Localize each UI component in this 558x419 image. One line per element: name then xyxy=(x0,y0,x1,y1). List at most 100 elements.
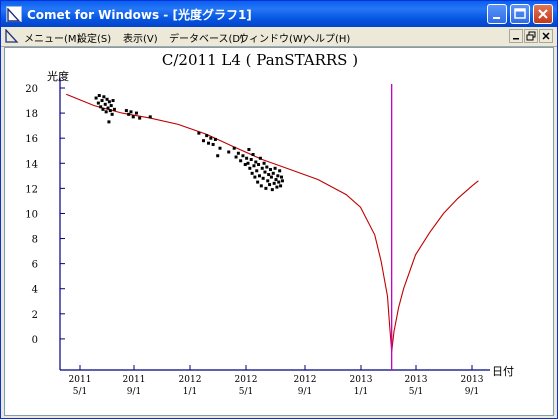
observation-point xyxy=(261,176,265,180)
observation-point xyxy=(100,99,104,103)
observation-point xyxy=(213,137,217,141)
x-tick-label-date: 9/1 xyxy=(127,387,141,397)
window-title: Comet for Windows - [光度グラフ1] xyxy=(27,8,252,22)
menu-item-menu[interactable]: メニュー(M) xyxy=(24,30,80,45)
observation-point xyxy=(124,109,128,113)
title-bar[interactable]: Comet for Windows - [光度グラフ1] xyxy=(1,1,557,27)
observation-point xyxy=(273,166,277,170)
close-button[interactable] xyxy=(533,4,553,24)
observation-point xyxy=(216,154,220,158)
menu-item-settings[interactable]: 設定(S) xyxy=(77,30,111,45)
document-icon[interactable] xyxy=(5,29,19,43)
observation-point xyxy=(97,94,101,98)
observation-point xyxy=(251,152,255,156)
y-axis-label: 光度 xyxy=(47,69,69,83)
observation-point xyxy=(129,110,133,114)
menu-item-help[interactable]: ヘルプ(H) xyxy=(305,30,350,45)
x-tick-label-year: 2013 xyxy=(350,375,373,385)
observation-point xyxy=(138,116,142,120)
brightness-chart: C/2011 L4 ( PanSTARRS ) 光度 日付 0 2 4 6 8 10 12 1… xyxy=(25,51,514,397)
observation-point xyxy=(207,141,211,145)
observation-point xyxy=(232,146,236,150)
y-tick-label: 16 xyxy=(25,134,38,145)
menu-bar: メニュー(M) 設定(S) 表示(V) データベース(D) ウィンドウ(W) ヘ… xyxy=(1,27,557,47)
close-icon xyxy=(538,9,548,19)
y-tick-label: 4 xyxy=(32,285,38,296)
x-tick-label-date: 1/1 xyxy=(354,387,368,397)
observation-point xyxy=(267,173,271,177)
observation-point xyxy=(247,147,251,151)
observation-point xyxy=(256,180,260,184)
minimize-button[interactable] xyxy=(487,4,507,24)
observation-point xyxy=(269,175,273,179)
observation-point xyxy=(109,104,113,108)
minimize-icon xyxy=(493,17,500,19)
observation-point xyxy=(254,160,258,164)
x-tick-label-year: 2013 xyxy=(405,375,428,385)
observation-point xyxy=(274,178,278,182)
x-axis-label: 日付 xyxy=(492,365,514,378)
app-window: Comet for Windows - [光度グラフ1] メニュー(M) 設定(… xyxy=(0,0,558,419)
x-tick-label-year: 2012 xyxy=(294,375,317,385)
graph-area: C/2011 L4 ( PanSTARRS ) 光度 日付 0 2 4 6 8 10 12 1… xyxy=(4,47,554,416)
mdi-close-button[interactable] xyxy=(539,29,553,43)
x-tick-label-date: 5/1 xyxy=(239,387,253,397)
observation-point xyxy=(271,171,275,175)
menu-item-database[interactable]: データベース(D) xyxy=(169,30,244,45)
observation-point xyxy=(262,161,266,165)
x-tick-label-year: 2011 xyxy=(123,375,146,385)
observation-point xyxy=(241,154,245,158)
y-tick-label: 14 xyxy=(25,159,38,170)
observation-point xyxy=(260,166,264,170)
restore-icon xyxy=(526,31,536,41)
observation-point xyxy=(280,179,284,183)
observation-point xyxy=(280,175,284,179)
observation-point xyxy=(104,110,108,114)
observation-point xyxy=(255,169,259,173)
x-tick-label-date: 5/1 xyxy=(409,387,423,397)
observation-point xyxy=(277,180,281,184)
x-tick-label-date: 9/1 xyxy=(465,387,479,397)
maximize-icon xyxy=(514,8,526,19)
observation-point xyxy=(258,156,262,160)
observation-point xyxy=(248,166,252,170)
mdi-minimize-button[interactable] xyxy=(509,29,523,43)
y-tick-label: 8 xyxy=(32,235,38,246)
minimize-icon xyxy=(513,38,519,40)
observation-point xyxy=(107,120,111,124)
observation-point xyxy=(218,146,222,150)
observation-point xyxy=(111,99,115,103)
observation-point xyxy=(257,174,261,178)
observation-point xyxy=(227,150,231,154)
observation-point xyxy=(275,185,279,189)
maximize-button[interactable] xyxy=(510,4,530,24)
x-tick-label-date: 9/1 xyxy=(298,387,312,397)
observation-point xyxy=(131,115,135,119)
y-tick-label: 18 xyxy=(25,109,38,120)
observation-point xyxy=(246,161,250,165)
mdi-restore-button[interactable] xyxy=(524,29,538,43)
observation-point xyxy=(268,183,272,187)
observation-point xyxy=(101,107,105,111)
observation-point xyxy=(264,186,268,190)
observation-point xyxy=(272,181,276,185)
y-tick-label: 20 xyxy=(25,84,38,95)
observation-point xyxy=(209,136,213,140)
x-tick-label-year: 2011 xyxy=(69,375,92,385)
observation-point xyxy=(112,107,116,111)
observation-point xyxy=(201,139,205,143)
y-tick-label: 10 xyxy=(25,209,38,220)
y-tick-label: 12 xyxy=(25,184,38,195)
app-icon[interactable] xyxy=(6,6,22,22)
x-tick-label-year: 2012 xyxy=(235,375,258,385)
x-tick-label-date: 1/1 xyxy=(183,387,197,397)
menu-item-view[interactable]: 表示(V) xyxy=(123,30,158,45)
observation-point xyxy=(103,102,107,106)
brightness-curve xyxy=(65,93,479,352)
observation-point xyxy=(278,169,282,173)
y-tick-label: 6 xyxy=(32,260,38,271)
observation-point xyxy=(107,100,111,104)
menu-item-window[interactable]: ウィンドウ(W) xyxy=(239,30,307,45)
observation-point xyxy=(253,175,257,179)
observation-point xyxy=(276,174,280,178)
